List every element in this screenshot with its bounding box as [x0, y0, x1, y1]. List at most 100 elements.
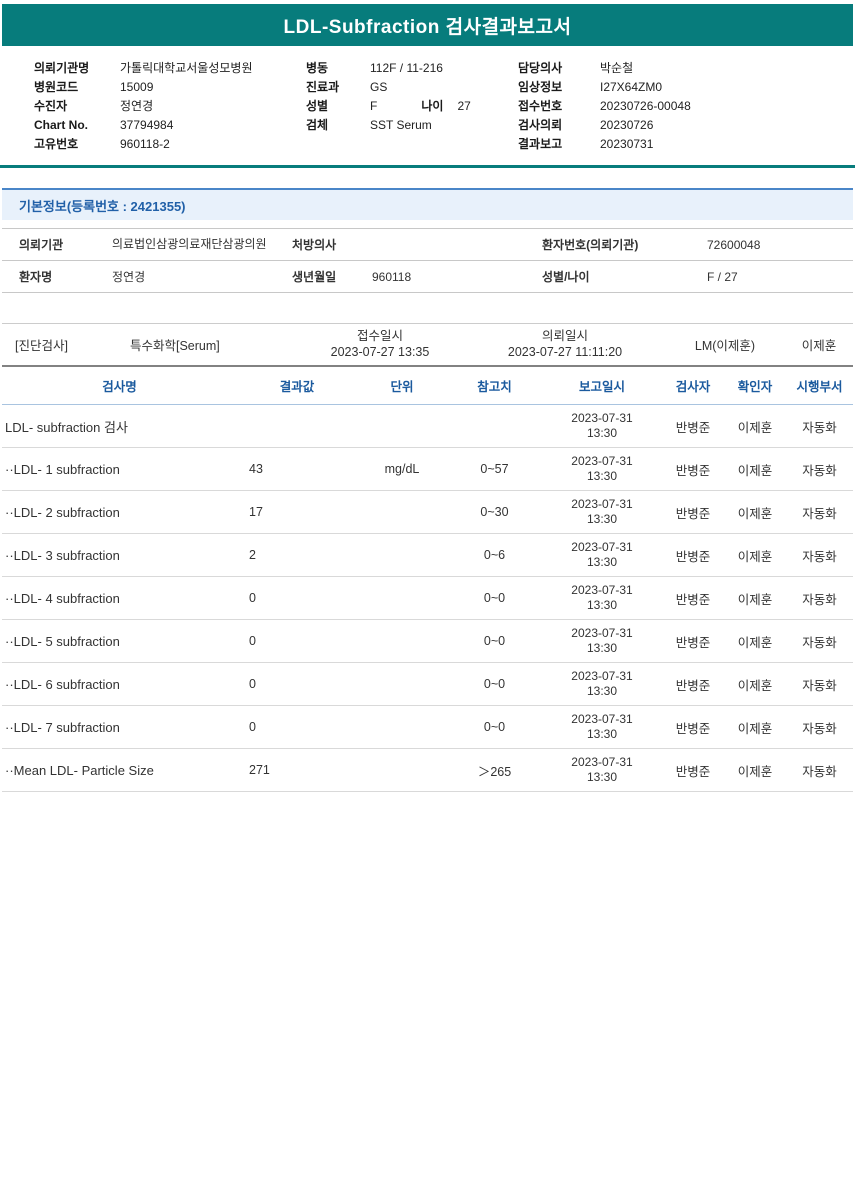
chart-no-label: Chart No. — [34, 118, 88, 132]
hospital-code-row: 병원코드 15009 — [34, 78, 306, 97]
hospital-code-label: 병원코드 — [34, 80, 79, 94]
result-verifier: 이제훈 — [724, 490, 786, 534]
result-reference-range: 0~6 — [447, 533, 542, 577]
ward-value: 112F / 11-216 — [370, 61, 443, 75]
result-row: ··LDL- 3 subfraction 2 0~6 2023-07-31 13… — [2, 533, 853, 577]
result-row: ··LDL- 7 subfraction 0 0~0 2023-07-31 13… — [2, 705, 853, 749]
result-verifier: 이제훈 — [724, 447, 786, 491]
result-dept: 자동화 — [786, 705, 853, 749]
result-report-time: 13:30 — [586, 598, 618, 612]
patient-no-label: 환자번호(의뢰기관) — [532, 228, 697, 261]
basic-info-row: 환자명 정연경 생년월일 960118 성별/나이 F / 27 — [2, 260, 853, 293]
result-row: ··LDL- 4 subfraction 0 0~0 2023-07-31 13… — [2, 576, 853, 620]
column-header-reference-range: 참고치 — [447, 367, 542, 405]
receipt-no-value: 20230726-00048 — [600, 99, 691, 113]
result-row: ··LDL- 6 subfraction 0 0~0 2023-07-31 13… — [2, 662, 853, 706]
result-reference-range — [447, 404, 542, 448]
result-value: 0 — [237, 576, 357, 620]
report-title-banner: LDL-Subfraction 검사결과보고서 — [2, 4, 853, 46]
result-dept: 자동화 — [786, 533, 853, 577]
column-header-tester: 검사자 — [662, 367, 724, 405]
result-tester: 반병준 — [662, 662, 724, 706]
result-report-date: 2023-07-31 — [571, 669, 633, 683]
result-report-time: 13:30 — [586, 555, 618, 569]
result-verifier: 이제훈 — [724, 748, 786, 792]
result-value: 0 — [237, 662, 357, 706]
result-value — [237, 404, 357, 448]
patient-header-middle-column: 병동 112F / 11-216 진료과 GS 성별 F 나이 27 검체 SS… — [306, 59, 518, 154]
result-report-datetime: 2023-07-31 13:30 — [542, 447, 662, 491]
exam-request-block: 의뢰일시 2023-07-27 11:11:20 — [465, 328, 665, 360]
result-row: ··LDL- 2 subfraction 17 0~30 2023-07-31 … — [2, 490, 853, 534]
org-name-row: 의뢰기관명 가톨릭대학교서울성모병원 — [34, 59, 306, 78]
birth-date-label: 생년월일 — [282, 260, 362, 293]
org-name-label: 의뢰기관명 — [34, 61, 90, 75]
result-reference-range: 0~0 — [447, 619, 542, 663]
result-tester: 반병준 — [662, 748, 724, 792]
exam-request-label: 의뢰일시 — [541, 329, 588, 343]
order-date-label: 검사의뢰 — [518, 118, 563, 132]
result-verifier: 이제훈 — [724, 404, 786, 448]
ward-row: 병동 112F / 11-216 — [306, 59, 518, 78]
basic-info-section-title: 기본정보(등록번호 : 2421355) — [19, 199, 186, 214]
result-test-name: ··LDL- 6 subfraction — [2, 662, 237, 706]
result-verifier: 이제훈 — [724, 705, 786, 749]
specimen-label: 검체 — [306, 118, 329, 132]
sex-label: 성별 — [306, 99, 329, 113]
result-verifier: 이제훈 — [724, 576, 786, 620]
result-row: ··LDL- 5 subfraction 0 0~0 2023-07-31 13… — [2, 619, 853, 663]
clinical-info-row: 임상정보 I27X64ZM0 — [518, 78, 848, 97]
unique-no-row: 고유번호 960118-2 — [34, 135, 306, 154]
result-report-time: 13:30 — [586, 684, 618, 698]
result-reference-range: ＞265 — [447, 748, 542, 792]
patient-header-right-column: 담당의사 박순철 임상정보 I27X64ZM0 접수번호 20230726-00… — [518, 59, 848, 154]
report-date-label: 결과보고 — [518, 137, 563, 151]
clinical-info-value: I27X64ZM0 — [600, 80, 663, 94]
column-header-verifier: 확인자 — [724, 367, 786, 405]
result-row: LDL- subfraction 검사 2023-07-31 13:30 반병준… — [2, 404, 853, 448]
result-dept: 자동화 — [786, 447, 853, 491]
result-report-date: 2023-07-31 — [571, 540, 633, 554]
chart-no-row: Chart No. 37794984 — [34, 116, 306, 135]
result-report-datetime: 2023-07-31 13:30 — [542, 705, 662, 749]
result-dept: 자동화 — [786, 404, 853, 448]
result-reference-range: 0~0 — [447, 576, 542, 620]
result-test-name: ··LDL- 7 subfraction — [2, 705, 237, 749]
result-unit — [357, 705, 447, 749]
result-verifier: 이제훈 — [724, 662, 786, 706]
result-test-name: ··LDL- 4 subfraction — [2, 576, 237, 620]
result-reference-range: 0~0 — [447, 705, 542, 749]
result-tester: 반병준 — [662, 447, 724, 491]
patient-name-label: 환자명 — [2, 260, 102, 293]
patient-header-left-column: 의뢰기관명 가톨릭대학교서울성모병원 병원코드 15009 수진자 정연경 Ch… — [34, 59, 306, 154]
sex-value: F — [370, 99, 378, 113]
age-value: 27 — [457, 99, 471, 113]
result-verifier: 이제훈 — [724, 533, 786, 577]
examinee-row: 수진자 정연경 — [34, 97, 306, 116]
sex-age-combined-label: 성별/나이 — [532, 260, 697, 293]
results-header-row: 검사명 결과값 단위 참고치 보고일시 검사자 확인자 시행부서 — [2, 367, 853, 405]
sex-age-combined-value: F / 27 — [697, 260, 853, 293]
result-value: 0 — [237, 619, 357, 663]
result-reference-range: 0~57 — [447, 447, 542, 491]
report-date-row: 결과보고 20230731 — [518, 135, 848, 154]
result-tester: 반병준 — [662, 619, 724, 663]
result-report-datetime: 2023-07-31 13:30 — [542, 662, 662, 706]
unique-no-label: 고유번호 — [34, 137, 79, 151]
result-report-datetime: 2023-07-31 13:30 — [542, 490, 662, 534]
result-tester: 반병준 — [662, 533, 724, 577]
result-dept: 자동화 — [786, 619, 853, 663]
result-report-datetime: 2023-07-31 13:30 — [542, 404, 662, 448]
hospital-code-value: 15009 — [120, 80, 154, 94]
exam-summary-row: [진단검사] 특수화학[Serum] 접수일시 2023-07-27 13:35… — [2, 323, 853, 367]
exam-test-group: 특수화학[Serum] — [130, 338, 220, 353]
ward-label: 병동 — [306, 61, 329, 75]
result-value: 17 — [237, 490, 357, 534]
dept-row: 진료과 GS — [306, 78, 518, 97]
order-date-value: 20230726 — [600, 118, 654, 132]
result-unit — [357, 662, 447, 706]
age-label: 나이 — [421, 99, 444, 113]
column-header-dept: 시행부서 — [786, 367, 853, 405]
result-test-name: ··LDL- 3 subfraction — [2, 533, 237, 577]
result-test-name: ··LDL- 5 subfraction — [2, 619, 237, 663]
